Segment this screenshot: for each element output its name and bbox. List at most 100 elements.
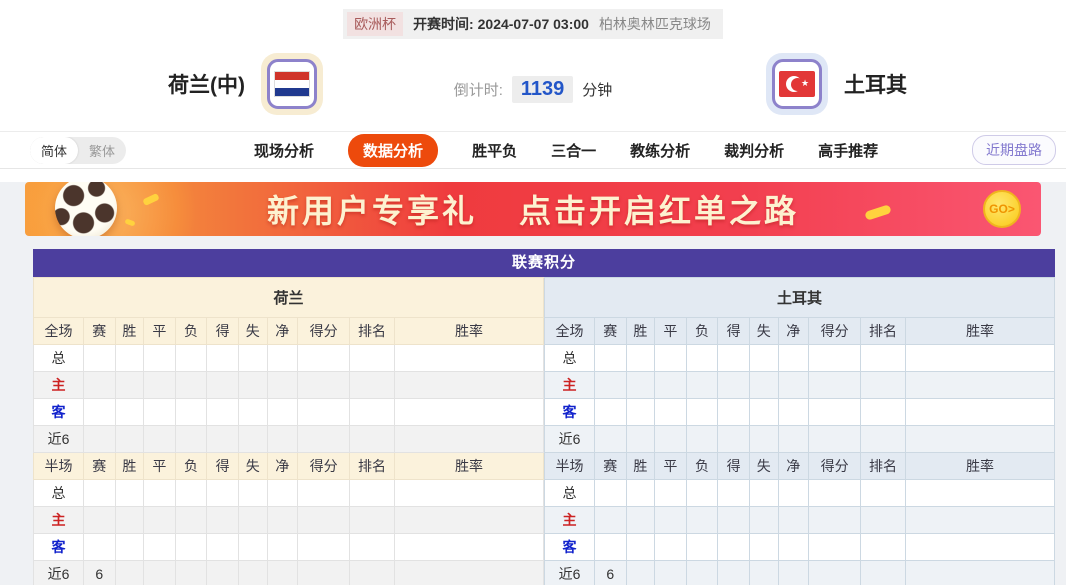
row-label-home-row: 主 [545,507,595,534]
go-button[interactable]: GO> [983,190,1021,228]
stat-cell [809,399,861,426]
stat-cell [267,534,298,561]
tab-expert-picks[interactable]: 高手推荐 [818,140,878,161]
stat-cell [718,345,750,372]
column-header: 排名 [861,453,906,480]
away-team-group: ★ 土耳其 [766,52,907,116]
match-header: 荷兰(中) 倒计时: 1139 分钟 ★ 土耳其 [0,39,1066,131]
stat-cell [626,507,655,534]
column-header: 失 [749,453,778,480]
column-header: 胜 [115,453,144,480]
column-header: 得 [207,318,239,345]
kickoff-label: 开赛时间: [413,16,474,32]
tab-data-analysis[interactable]: 数据分析 [348,134,438,167]
row-label-total: 总 [34,345,84,372]
stat-cell [298,480,350,507]
stat-cell [115,372,144,399]
stat-cell [718,480,750,507]
stat-cell [298,507,350,534]
countdown-value: 1139 [512,76,573,103]
stat-cell [175,399,207,426]
stat-cell [83,399,115,426]
stat-cell [144,534,176,561]
column-header: 赛 [83,453,115,480]
tab-coach-analysis[interactable]: 教练分析 [630,140,690,161]
tab-live-analysis[interactable]: 现场分析 [254,140,314,161]
stat-cell [809,534,861,561]
tab-three-in-one[interactable]: 三合一 [551,140,596,161]
language-toggle[interactable]: 简体 繁体 [30,137,126,164]
league-points-title: 联赛积分 [33,249,1055,277]
recent-road-button[interactable]: 近期盘路 [972,135,1056,165]
stat-cell [115,507,144,534]
stat-cell [686,480,718,507]
stat-cell [207,399,239,426]
stat-cell [238,561,267,585]
stat-cell [778,480,809,507]
stat-cell [115,480,144,507]
column-header: 失 [238,453,267,480]
team-stats-table-home: 荷兰全场赛胜平负得失净得分排名胜率总主客近6半场赛胜平负得失净得分排名胜率总主客… [33,277,544,585]
column-header: 排名 [861,318,906,345]
stat-cell [394,426,543,453]
stat-cell [861,399,906,426]
stat-cell [115,426,144,453]
team-section-header: 荷兰 [34,278,544,318]
lang-traditional[interactable]: 繁体 [78,137,126,164]
stat-cell [594,399,626,426]
stat-cell [594,480,626,507]
stat-cell [809,507,861,534]
stat-cell [350,345,395,372]
table-row: 近66 [545,561,1055,585]
row-label-total: 总 [545,345,595,372]
stat-cell [655,399,687,426]
stat-cell [394,480,543,507]
table-row: 主 [34,372,544,399]
tab-win-draw-lose[interactable]: 胜平负 [472,140,517,161]
row-label-recent6: 近6 [545,561,595,585]
stat-cell [778,561,809,585]
stat-cell [350,480,395,507]
column-header: 得 [718,453,750,480]
promo-banner[interactable]: 新用户专享礼 点击开启红单之路 GO> [25,182,1041,236]
row-label-away-row: 客 [34,534,84,561]
stat-cell [594,426,626,453]
stat-cell [655,480,687,507]
column-header: 平 [655,318,687,345]
column-header: 负 [686,318,718,345]
column-header: 排名 [350,453,395,480]
stat-cell [83,345,115,372]
stat-cell [861,507,906,534]
column-header: 赛 [83,318,115,345]
stat-cell [626,480,655,507]
stat-cell [809,480,861,507]
column-header: 得 [718,318,750,345]
stat-cell [778,345,809,372]
lang-simplified[interactable]: 简体 [30,137,78,164]
stat-cell [626,345,655,372]
stat-cell [861,345,906,372]
column-header: 胜 [626,453,655,480]
stat-cell [594,372,626,399]
stat-cell [350,561,395,585]
table-row: 主 [545,372,1055,399]
stat-cell [394,561,543,585]
stat-cell [394,345,543,372]
stat-cell [175,534,207,561]
stat-cell [350,426,395,453]
banner-headline-1: 新用户专享礼 [267,186,477,232]
table-row: 客 [545,399,1055,426]
table-row: 近6 [34,426,544,453]
column-header: 负 [175,453,207,480]
team-section-header: 土耳其 [545,278,1055,318]
team-stats-table-away: 土耳其全场赛胜平负得失净得分排名胜率总主客近6半场赛胜平负得失净得分排名胜率总主… [544,277,1055,585]
row-label-home-row: 主 [34,507,84,534]
stat-cell [594,534,626,561]
banner-headline-2: 点击开启红单之路 [519,186,799,232]
content-area: 新用户专享礼 点击开启红单之路 GO> 联赛积分 荷兰全场赛胜平负得失净得分排名… [0,182,1066,585]
stat-cell [809,561,861,585]
stat-cell [207,372,239,399]
tab-referee-analysis[interactable]: 裁判分析 [724,140,784,161]
stat-cell [626,534,655,561]
stat-cell [686,561,718,585]
